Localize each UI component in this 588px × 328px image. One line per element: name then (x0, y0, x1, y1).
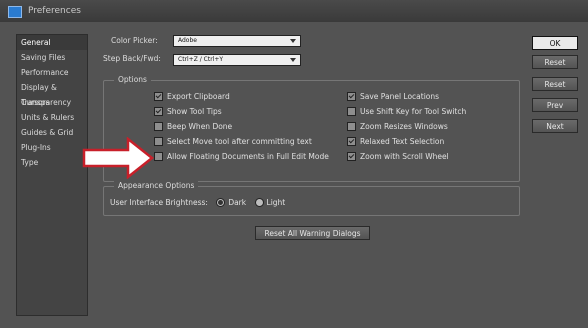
appearance-options-title: Appearance Options (114, 181, 199, 190)
cancel-reset-button[interactable]: Reset (532, 55, 578, 69)
allow-floating-documents-checkbox[interactable]: Allow Floating Documents in Full Edit Mo… (154, 151, 329, 163)
select-move-tool-checkbox[interactable]: Select Move tool after committing text (154, 136, 312, 148)
reset-all-warning-dialogs-button[interactable]: Reset All Warning Dialogs (255, 226, 370, 240)
reset-button[interactable]: Reset (532, 77, 578, 91)
checkbox-label: Use Shift Key for Tool Switch (360, 107, 467, 116)
dark-radio-label[interactable]: Dark (228, 198, 246, 207)
checkbox-label: Export Clipboard (167, 92, 230, 101)
prev-button[interactable]: Prev (532, 98, 578, 112)
checkbox-label: Allow Floating Documents in Full Edit Mo… (167, 152, 329, 161)
red-arrow-annotation (82, 137, 154, 179)
light-radio[interactable] (254, 197, 264, 207)
checkbox-label: Zoom with Scroll Wheel (360, 152, 449, 161)
sidebar-item-general[interactable]: General (17, 35, 87, 50)
beep-when-done-checkbox[interactable]: Beep When Done (154, 121, 232, 133)
sidebar-item-transparency[interactable]: Transparency (17, 95, 87, 110)
zoom-resizes-windows-checkbox[interactable]: Zoom Resizes Windows (347, 121, 448, 133)
checkbox-unchecked-icon (154, 121, 163, 131)
checkbox-checked-icon (347, 91, 356, 101)
step-back-fwd-label: Step Back/Fwd: (103, 54, 161, 63)
zoom-with-scroll-wheel-checkbox[interactable]: Zoom with Scroll Wheel (347, 151, 449, 163)
show-tool-tips-checkbox[interactable]: Show Tool Tips (154, 106, 222, 118)
sidebar-item-guides-grid[interactable]: Guides & Grid (17, 125, 87, 140)
sidebar-item-performance[interactable]: Performance (17, 65, 87, 80)
brightness-row: User Interface Brightness: Dark Light (110, 197, 285, 209)
sidebar-item-plug-ins[interactable]: Plug-Ins (17, 140, 87, 155)
checkbox-unchecked-icon (154, 151, 163, 161)
checkbox-unchecked-icon (347, 121, 356, 131)
checkbox-unchecked-icon (347, 106, 356, 116)
save-panel-locations-checkbox[interactable]: Save Panel Locations (347, 91, 439, 103)
checkbox-checked-icon (154, 91, 163, 101)
checkbox-label: Show Tool Tips (167, 107, 222, 116)
sidebar-item-units-rulers[interactable]: Units & Rulers (17, 110, 87, 125)
appearance-options-group: Appearance Options User Interface Bright… (103, 181, 520, 216)
checkbox-checked-icon (154, 106, 163, 116)
checkbox-label: Save Panel Locations (360, 92, 440, 101)
checkbox-label: Relaxed Text Selection (360, 137, 445, 146)
sidebar-item-display-cursors[interactable]: Display & Cursors (17, 80, 87, 107)
next-button[interactable]: Next (532, 119, 578, 133)
dark-radio[interactable] (216, 197, 226, 207)
category-sidebar: General Saving Files Performance Display… (16, 34, 88, 316)
color-picker-select[interactable]: Adobe (173, 35, 301, 47)
step-back-fwd-value: Ctrl+Z / Ctrl+Y (178, 56, 224, 63)
checkbox-checked-icon (347, 151, 356, 161)
brightness-label: User Interface Brightness: (110, 198, 208, 207)
relaxed-text-selection-checkbox[interactable]: Relaxed Text Selection (347, 136, 444, 148)
chevron-down-icon (290, 58, 296, 62)
color-picker-value: Adobe (178, 37, 197, 44)
checkbox-label: Zoom Resizes Windows (360, 122, 448, 131)
window-titlebar: Preferences (0, 0, 588, 23)
options-group: Options Export Clipboard Show Tool Tips … (103, 75, 520, 182)
app-icon (8, 6, 22, 18)
checkbox-label: Beep When Done (167, 122, 233, 131)
general-panel: Color Picker: Adobe Step Back/Fwd: Ctrl+… (95, 32, 520, 322)
chevron-down-icon (290, 39, 296, 43)
sidebar-item-type[interactable]: Type (17, 155, 87, 170)
checkbox-checked-icon (347, 136, 356, 146)
export-clipboard-checkbox[interactable]: Export Clipboard (154, 91, 230, 103)
checkbox-label: Select Move tool after committing text (167, 137, 312, 146)
checkbox-unchecked-icon (154, 136, 163, 146)
light-radio-label[interactable]: Light (267, 198, 286, 207)
ok-button[interactable]: OK (532, 36, 578, 50)
step-back-fwd-select[interactable]: Ctrl+Z / Ctrl+Y (173, 54, 301, 66)
window-title: Preferences (28, 6, 81, 16)
options-group-title: Options (114, 75, 151, 84)
preferences-dialog: General Saving Files Performance Display… (0, 22, 588, 328)
sidebar-item-saving-files[interactable]: Saving Files (17, 50, 87, 65)
use-shift-key-checkbox[interactable]: Use Shift Key for Tool Switch (347, 106, 466, 118)
color-picker-label: Color Picker: (111, 36, 158, 45)
